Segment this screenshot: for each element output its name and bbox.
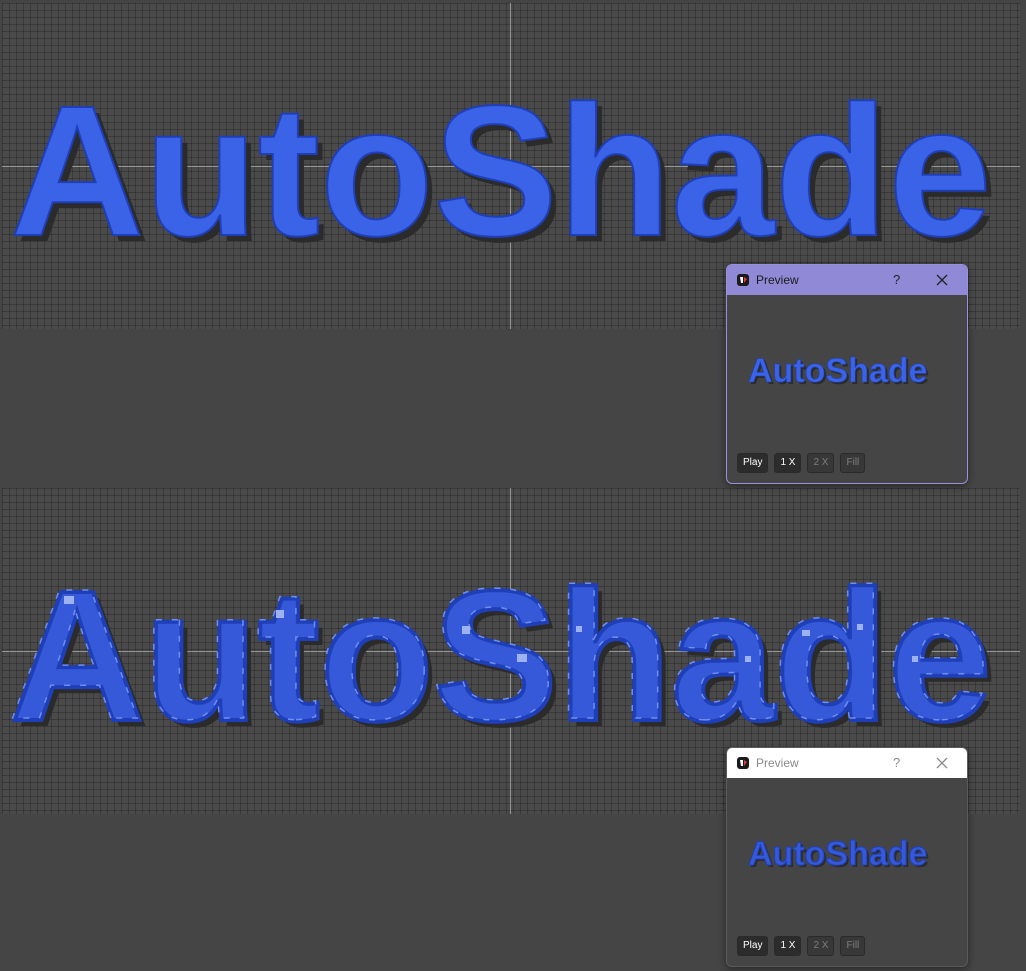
- zoom-1x-button[interactable]: 1 X: [774, 453, 802, 473]
- play-button[interactable]: Play: [737, 453, 769, 473]
- editor-stage: AutoShade AutoShade AutoShade AutoShade …: [0, 0, 1026, 971]
- playback-controls: Play 1 X 2 X Fill: [737, 453, 866, 473]
- highlight-pixel: [276, 610, 284, 618]
- play-button[interactable]: Play: [737, 936, 769, 956]
- highlight-pixel: [576, 626, 582, 632]
- highlight-pixel: [802, 630, 810, 636]
- zoom-2x-button[interactable]: 2 X: [807, 453, 835, 473]
- svg-text:AutoShade: AutoShade: [748, 836, 927, 873]
- preview-logo-art: AutoShade AutoShade: [748, 836, 930, 875]
- app-logo-icon: [737, 274, 749, 286]
- highlight-pixel: [857, 624, 863, 630]
- preview-logo-art: AutoShade AutoShade: [748, 353, 930, 392]
- zoom-1x-button[interactable]: 1 X: [774, 936, 802, 956]
- art-text-fill: AutoShade: [10, 68, 992, 275]
- help-button[interactable]: ?: [893, 272, 900, 287]
- preview-title: Preview: [756, 756, 799, 770]
- highlight-pixel: [517, 654, 527, 662]
- preview-body: AutoShade AutoShade Play 1 X 2 X Fill: [727, 295, 967, 483]
- highlight-pixel: [912, 656, 918, 662]
- preview-titlebar[interactable]: Preview ?: [727, 748, 967, 778]
- zoom-2x-button[interactable]: 2 X: [807, 936, 835, 956]
- fill-button[interactable]: Fill: [840, 453, 866, 473]
- highlight-pixel: [462, 626, 470, 634]
- highlight-pixel: [64, 596, 74, 604]
- help-button[interactable]: ?: [893, 755, 900, 770]
- app-logo-icon: [737, 757, 749, 769]
- close-icon[interactable]: [935, 756, 949, 770]
- fill-button[interactable]: Fill: [840, 936, 866, 956]
- preview-title: Preview: [756, 273, 799, 287]
- preview-window-active[interactable]: Preview ? AutoShade AutoShade Play 1 X 2…: [726, 264, 968, 484]
- preview-titlebar[interactable]: Preview ?: [727, 265, 967, 295]
- highlight-pixel: [745, 656, 751, 662]
- preview-window-inactive[interactable]: Preview ? AutoShade AutoShade Play 1 X 2…: [726, 747, 968, 967]
- svg-text:AutoShade: AutoShade: [748, 353, 927, 390]
- art-highlight: AutoShade: [8, 551, 990, 758]
- playback-controls: Play 1 X 2 X Fill: [737, 936, 866, 956]
- preview-body: AutoShade AutoShade Play 1 X 2 X Fill: [727, 778, 967, 966]
- close-icon[interactable]: [935, 273, 949, 287]
